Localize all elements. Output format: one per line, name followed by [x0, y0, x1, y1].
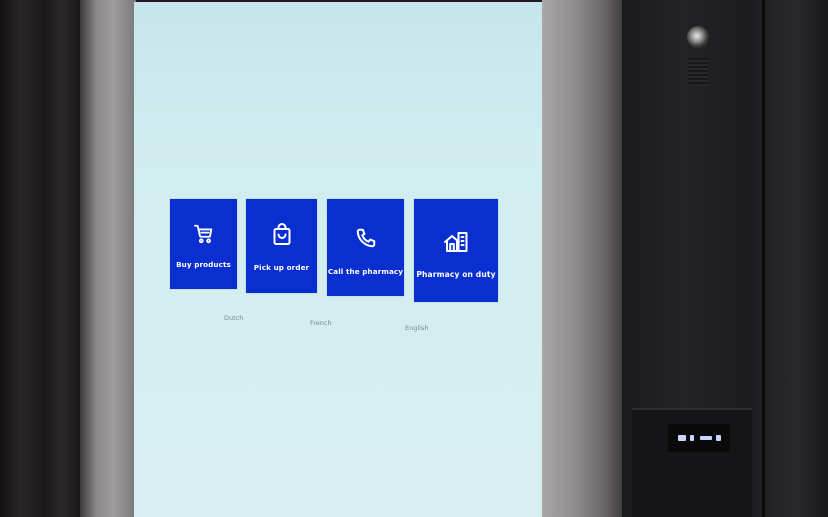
buy-products-tile[interactable]: Buy products — [170, 199, 237, 289]
kiosk-screen: Buy products Pick up order Call the phar… — [134, 2, 546, 517]
tile-label: Pick up order — [253, 263, 310, 272]
cart-icon — [193, 223, 215, 249]
lock-screw — [687, 26, 709, 48]
tile-label: Pharmacy on duty — [416, 270, 496, 279]
reader-light — [678, 435, 686, 441]
speaker-grille — [688, 58, 708, 86]
panel-seam — [762, 0, 765, 517]
card-reader[interactable] — [668, 424, 730, 452]
building-icon — [443, 230, 469, 258]
call-the-pharmacy-tile[interactable]: Call the pharmacy — [327, 199, 404, 296]
tile-label: Call the pharmacy — [327, 267, 404, 276]
pick-up-order-tile[interactable]: Pick up order — [246, 199, 317, 293]
shopping-bag-icon — [272, 222, 292, 250]
pharmacy-on-duty-tile[interactable]: Pharmacy on duty — [414, 199, 498, 302]
kiosk-photo: Buy products Pick up order Call the phar… — [0, 0, 828, 517]
reader-light — [690, 435, 694, 441]
left-bezel — [80, 0, 136, 517]
reader-light — [700, 436, 712, 440]
phone-icon — [355, 227, 377, 253]
language-option-dutch[interactable]: Dutch — [224, 314, 243, 322]
language-option-french[interactable]: French — [310, 319, 332, 327]
language-option-english[interactable]: English — [405, 324, 428, 332]
tile-label: Buy products — [176, 260, 231, 269]
left-frame — [0, 0, 82, 517]
reader-light — [716, 435, 721, 441]
right-bezel — [542, 0, 624, 517]
